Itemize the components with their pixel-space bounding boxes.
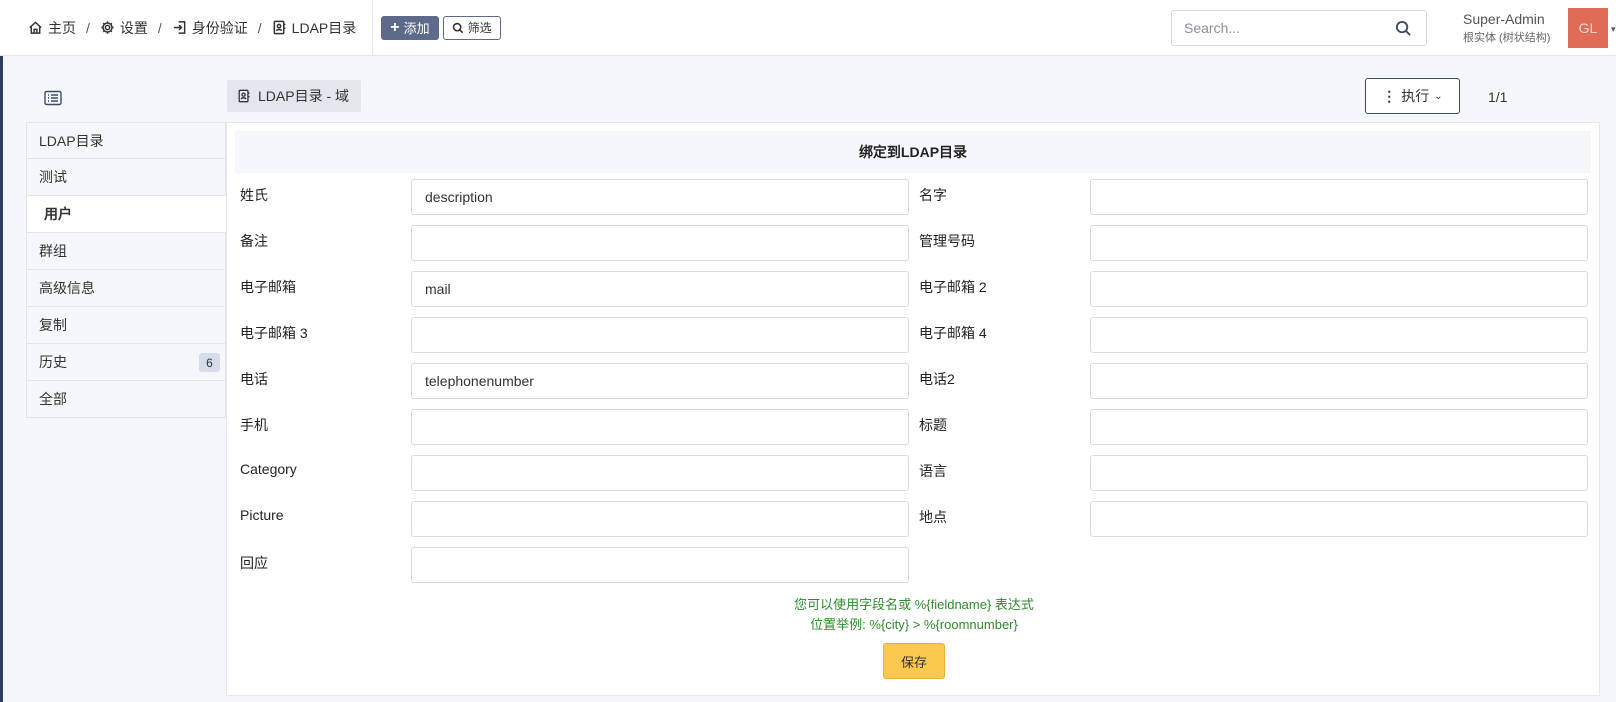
tab-replicate[interactable]: 复制 [26, 307, 226, 344]
language-label: 语言 [919, 463, 947, 479]
surname-input[interactable] [411, 179, 909, 215]
vertical-ellipsis-icon: ⋮ [1382, 87, 1397, 104]
actions-button[interactable]: ⋮ 执行 ⌄ [1365, 78, 1460, 114]
admin-number-input[interactable] [1090, 225, 1588, 261]
breadcrumb-home-label: 主页 [48, 19, 76, 36]
search-icon[interactable] [1395, 20, 1412, 37]
surname-label: 姓氏 [240, 187, 268, 203]
email4-input[interactable] [1090, 317, 1588, 353]
breadcrumb-ldap-label: LDAP目录 [291, 19, 357, 36]
title-input[interactable] [1090, 409, 1588, 445]
tab-label: 历史 [39, 354, 67, 370]
header-divider [372, 0, 374, 56]
firstname-input[interactable] [1090, 179, 1588, 215]
user-name: Super-Admin [1463, 11, 1545, 27]
add-button[interactable]: + 添加 [381, 15, 439, 40]
breadcrumb-settings[interactable]: 设置 [100, 18, 148, 38]
email2-label: 电子邮箱 2 [919, 279, 987, 295]
picture-label: Picture [240, 507, 284, 523]
form-panel: 绑定到LDAP目录 姓氏 名字 备注 管理号码 电子邮箱 电子邮箱 2 电子邮箱… [226, 122, 1600, 696]
search-icon [452, 22, 463, 33]
left-edge-bar [0, 0, 3, 702]
page-title: LDAP目录 - 域 [227, 80, 362, 112]
tab-label: 群组 [39, 243, 67, 259]
filter-button-label: 筛选 [467, 21, 492, 35]
save-button[interactable]: 保存 [883, 643, 945, 679]
history-count-badge: 6 [199, 353, 220, 372]
email-label: 电子邮箱 [240, 279, 296, 295]
email3-input[interactable] [411, 317, 909, 353]
tab-label: 用户 [44, 206, 72, 222]
location-label: 地点 [919, 509, 947, 525]
email-input[interactable] [411, 271, 909, 307]
gear-icon [101, 21, 114, 34]
tab-label: 复制 [39, 317, 67, 333]
breadcrumb-separator: / [157, 19, 162, 36]
language-input[interactable] [1090, 455, 1588, 491]
hint-text: 您可以使用字段名或 %{fieldname} 表达式 [794, 597, 1034, 612]
avatar[interactable]: GL [1568, 8, 1608, 48]
phone2-label: 电话2 [919, 371, 955, 387]
category-label: Category [240, 461, 297, 477]
location-input[interactable] [1090, 501, 1588, 537]
admin-number-label: 管理号码 [919, 233, 975, 249]
comment-input[interactable] [411, 225, 909, 261]
chevron-down-icon: ⌄ [1434, 90, 1443, 102]
mobile-input[interactable] [411, 409, 909, 445]
add-button-label: 添加 [403, 21, 430, 36]
breadcrumb-home[interactable]: 主页 [28, 18, 76, 38]
email2-input[interactable] [1090, 271, 1588, 307]
home-icon [29, 21, 42, 34]
title-label: 标题 [919, 417, 947, 433]
tab-all[interactable]: 全部 [26, 381, 226, 418]
form-title: 绑定到LDAP目录 [235, 131, 1591, 173]
comment-label: 备注 [240, 233, 268, 249]
email3-label: 电子邮箱 3 [240, 325, 308, 341]
hint-example: 位置举例: %{city} > %{roomnumber} [810, 617, 1018, 632]
tab-groups[interactable]: 群组 [26, 233, 226, 270]
mobile-label: 手机 [240, 417, 268, 433]
search-box [1171, 10, 1427, 46]
breadcrumb-auth[interactable]: 身份验证 [172, 18, 248, 38]
breadcrumb: 主页 / 设置 / 身份验证 / LDAP目录 [28, 0, 356, 56]
category-input[interactable] [411, 455, 909, 491]
breadcrumb-auth-label: 身份验证 [191, 19, 248, 36]
breadcrumb-settings-label: 设置 [119, 19, 148, 36]
tab-users[interactable]: 用户 [26, 196, 226, 233]
phone2-input[interactable] [1090, 363, 1588, 399]
tab-label: 全部 [39, 391, 67, 407]
tab-history[interactable]: 历史 6 [26, 344, 226, 381]
breadcrumb-separator: / [257, 19, 262, 36]
tab-label: 测试 [39, 169, 67, 185]
responsible-label: 回应 [240, 555, 268, 571]
search-input[interactable] [1172, 11, 1382, 45]
tab-label: LDAP目录 [39, 132, 104, 149]
address-book-icon [238, 89, 250, 103]
phone-label: 电话 [240, 371, 268, 387]
email4-label: 电子邮箱 4 [919, 325, 987, 341]
list-icon[interactable] [44, 90, 62, 106]
address-book-icon [273, 20, 286, 35]
user-entity: 根实体 (树状结构) [1463, 32, 1551, 44]
plus-icon: + [390, 18, 400, 36]
responsible-input[interactable] [411, 547, 909, 583]
pager: 1/1 [1488, 89, 1508, 105]
tab-label: 高级信息 [39, 280, 95, 296]
chevron-down-icon[interactable]: ▾ [1611, 24, 1616, 35]
breadcrumb-ldap[interactable]: LDAP目录 [272, 18, 357, 38]
filter-button[interactable]: 筛选 [442, 15, 501, 40]
picture-input[interactable] [411, 501, 909, 537]
actions-button-label: 执行 [1401, 88, 1430, 104]
page-title-label: LDAP目录 - 域 [258, 88, 350, 104]
side-tabs: LDAP目录 测试 用户 群组 高级信息 复制 历史 6 全部 [26, 122, 226, 418]
tab-test[interactable]: 测试 [26, 159, 226, 196]
user-info[interactable]: Super-Admin 根实体 (树状结构) [1463, 11, 1550, 45]
tab-ldap[interactable]: LDAP目录 [26, 122, 226, 159]
breadcrumb-separator: / [86, 19, 90, 36]
phone-input[interactable] [411, 363, 909, 399]
sign-in-icon [173, 21, 186, 34]
tab-advanced[interactable]: 高级信息 [26, 270, 226, 307]
firstname-label: 名字 [919, 187, 947, 203]
